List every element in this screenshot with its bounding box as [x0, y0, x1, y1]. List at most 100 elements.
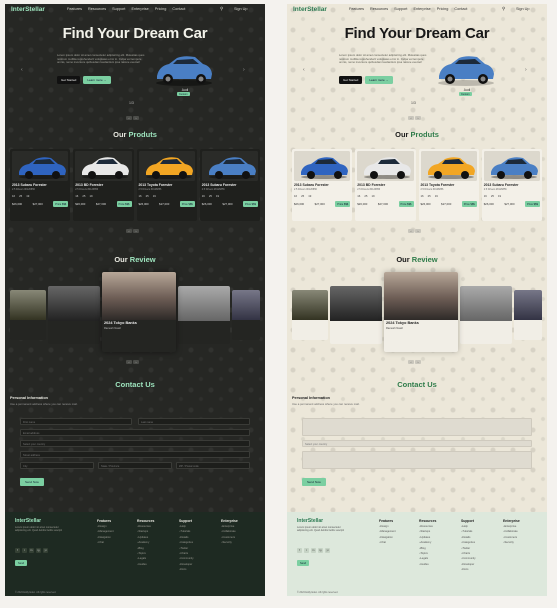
- hero-next-arrow-icon[interactable]: ›: [525, 67, 527, 73]
- product-price-button[interactable]: Price $$$: [179, 201, 195, 207]
- facebook-icon[interactable]: f: [15, 548, 20, 553]
- product-card[interactable]: 2013 Toyota Forester 2.5 Drivers #0126856…: [418, 149, 479, 221]
- logo[interactable]: InterStellar: [11, 6, 45, 13]
- nav-link-enterprise[interactable]: Enterprise: [131, 7, 148, 11]
- nav-link-contact[interactable]: Contact: [172, 7, 185, 11]
- hero-prev-arrow-icon[interactable]: ‹: [21, 67, 23, 73]
- footer-link[interactable]: Docs: [461, 567, 476, 572]
- product-card[interactable]: 2013 Subaru Forester 2.5 Drivers #0126856…: [481, 149, 542, 221]
- instagram-icon[interactable]: ig: [36, 548, 41, 553]
- review-card[interactable]: [10, 290, 46, 340]
- product-price-button[interactable]: Price $$$: [398, 201, 414, 207]
- product-card[interactable]: 2013 Subaru Forester 2.5 Drivers #0126856…: [292, 149, 353, 221]
- send-now-button[interactable]: Send Now: [20, 478, 44, 486]
- slider-prev-button[interactable]: ‹: [408, 229, 414, 233]
- slider-next-button[interactable]: ›: [133, 116, 139, 120]
- facebook-icon[interactable]: f: [297, 548, 302, 553]
- nav-link-pricing[interactable]: Pricing: [437, 7, 449, 11]
- get-started-button[interactable]: Get Started: [339, 76, 363, 84]
- zip-field[interactable]: ZIP / Postal code: [176, 462, 250, 469]
- instagram-icon[interactable]: ig: [318, 548, 323, 553]
- sign-up-link[interactable]: Sign Up: [516, 7, 530, 11]
- nav-link-pricing[interactable]: Pricing: [155, 7, 167, 11]
- nav-link-resources[interactable]: Resources: [88, 7, 106, 11]
- footer-link[interactable]: Categories: [179, 540, 194, 545]
- email-field[interactable]: Email address: [20, 429, 250, 436]
- country-select[interactable]: Select your country: [302, 440, 532, 447]
- search-icon[interactable]: ⚲: [220, 6, 223, 12]
- linkedin-icon[interactable]: in: [29, 548, 34, 553]
- nav-link-contact[interactable]: Contact: [454, 7, 467, 11]
- linkedin-icon[interactable]: in: [311, 548, 316, 553]
- nav-link-support[interactable]: Support: [112, 7, 125, 11]
- sign-up-link[interactable]: Sign Up: [234, 7, 248, 11]
- learn-more-button[interactable]: Learn more →: [365, 76, 393, 84]
- footer-link[interactable]: Chat: [97, 540, 114, 545]
- name-fields-blurred[interactable]: [302, 418, 532, 436]
- country-select[interactable]: Select your country: [20, 440, 250, 447]
- state-field[interactable]: State / Province: [98, 462, 172, 469]
- last-name-field[interactable]: Last name: [138, 418, 250, 425]
- footer-logo[interactable]: InterStellar: [297, 518, 323, 524]
- product-price-button[interactable]: Price $$$: [525, 201, 540, 207]
- footer-send-button[interactable]: Send: [297, 560, 310, 566]
- slider-next-button[interactable]: ›: [133, 360, 139, 364]
- footer-link[interactable]: Security: [221, 540, 238, 545]
- youtube-icon[interactable]: yt: [43, 548, 48, 553]
- review-card[interactable]: [48, 286, 100, 344]
- review-card[interactable]: [178, 286, 230, 344]
- nav-link-enterprise[interactable]: Enterprise: [413, 7, 430, 11]
- learn-more-button[interactable]: Learn more →: [83, 76, 111, 84]
- nav-link-support[interactable]: Support: [394, 7, 407, 11]
- product-card[interactable]: 2013 Subaru Forester 2.5 Drivers #0126856…: [199, 149, 260, 221]
- nav-link-resources[interactable]: Resources: [370, 7, 388, 11]
- slider-prev-button[interactable]: ‹: [408, 360, 414, 364]
- slider-prev-button[interactable]: ‹: [126, 229, 132, 233]
- slider-next-button[interactable]: ›: [133, 229, 139, 233]
- product-card[interactable]: 2013 BD Forester 2.5 Drivers #0126856 16 25…: [73, 149, 134, 221]
- twitter-icon[interactable]: t: [304, 548, 309, 553]
- address-fields-blurred[interactable]: [302, 451, 532, 469]
- review-card-featured[interactable]: 2024 Tokyo Banks Ramesh Nasiri: [384, 272, 458, 352]
- slider-prev-button[interactable]: ‹: [126, 360, 132, 364]
- street-field[interactable]: Street address: [20, 451, 250, 458]
- footer-link[interactable]: Security: [503, 540, 520, 545]
- hero-next-arrow-icon[interactable]: ›: [243, 67, 245, 73]
- product-card[interactable]: 2013 BD Forester 2.5 Drivers #0126856 16 25…: [355, 149, 416, 221]
- nav-link-features[interactable]: Features: [349, 7, 364, 11]
- review-card[interactable]: [232, 290, 260, 340]
- slider-prev-button[interactable]: ‹: [126, 116, 132, 120]
- product-card[interactable]: 2013 Toyota Forester 2.5 Drivers #0126856…: [136, 149, 197, 221]
- city-field[interactable]: City: [20, 462, 94, 469]
- footer-link[interactable]: Guides: [419, 562, 436, 567]
- search-icon[interactable]: ⚲: [502, 6, 505, 12]
- first-name-field[interactable]: First name: [20, 418, 132, 425]
- youtube-icon[interactable]: yt: [325, 548, 330, 553]
- product-price-button[interactable]: Price $$$: [461, 201, 477, 207]
- footer-link[interactable]: Chat: [379, 540, 396, 545]
- product-price-button[interactable]: Price $$$: [335, 201, 351, 207]
- product-price-button[interactable]: Price $$$: [243, 201, 258, 207]
- product-price-button[interactable]: Price $$$: [53, 201, 69, 207]
- review-card[interactable]: [460, 286, 512, 344]
- review-card[interactable]: [514, 290, 542, 340]
- slider-next-button[interactable]: ›: [415, 360, 421, 364]
- logo[interactable]: InterStellar: [293, 6, 327, 13]
- slider-prev-button[interactable]: ‹: [408, 116, 414, 120]
- footer-link[interactable]: Guides: [137, 562, 154, 567]
- hero-prev-arrow-icon[interactable]: ‹: [303, 67, 305, 73]
- review-card-featured[interactable]: 2024 Tokyo Banks Ramesh Nasiri: [102, 272, 176, 352]
- review-card[interactable]: [330, 286, 382, 344]
- footer-link[interactable]: Docs: [179, 567, 194, 572]
- footer-send-button[interactable]: Send: [15, 560, 28, 566]
- footer-link[interactable]: Categories: [461, 540, 476, 545]
- product-price-button[interactable]: Price $$$: [116, 201, 132, 207]
- review-card[interactable]: [292, 290, 328, 340]
- slider-next-button[interactable]: ›: [415, 229, 421, 233]
- footer-logo[interactable]: InterStellar: [15, 518, 41, 524]
- product-card[interactable]: 2013 Subaru Forester 2.5 Drivers #0126856…: [10, 149, 71, 221]
- get-started-button[interactable]: Get Started: [57, 76, 81, 84]
- send-now-button[interactable]: Send Now: [302, 478, 326, 486]
- nav-link-features[interactable]: Features: [67, 7, 82, 11]
- twitter-icon[interactable]: t: [22, 548, 27, 553]
